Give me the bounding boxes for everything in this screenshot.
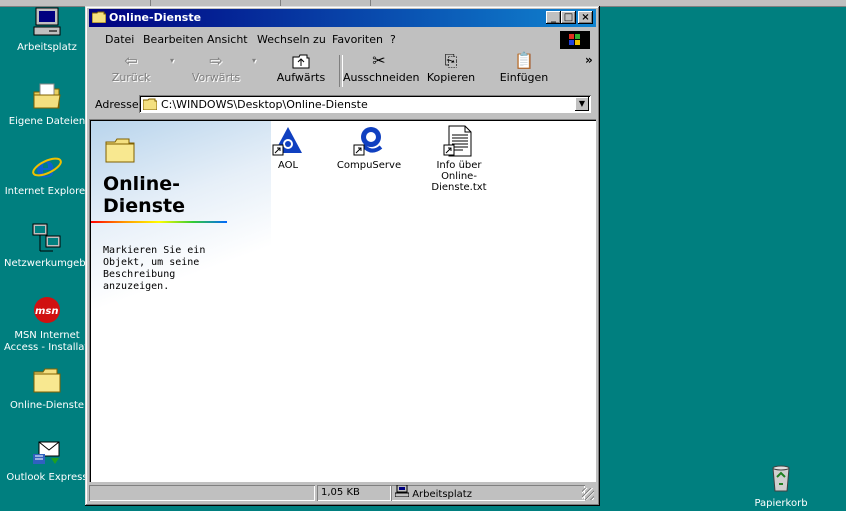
desktop-icon-online-dienste[interactable]: Online-Dienste [4,364,90,412]
desktop-icon-internet-explorer[interactable]: e Internet Explorer [4,150,90,198]
minimize-icon: _ [551,12,556,23]
desktop-icon-eigene-dateien[interactable]: Eigene Dateien [4,80,90,128]
file-item-compuserve[interactable]: CompuServe [324,125,414,171]
scissors-icon: ✂ [372,51,386,70]
forward-arrow-icon: ⇨ [209,51,223,70]
address-label: Adresse [95,98,139,111]
status-bar: 1,05 KB Arbeitsplatz [89,484,596,502]
cut-button[interactable]: ✂ Ausschneiden [343,51,420,91]
menu-wechseln-zu[interactable]: Wechseln zu [257,33,326,46]
explorer-window: Online-Dienste _ □ × Datei Bearbeiten An… [85,6,600,506]
file-item-aol[interactable]: AOL [243,125,333,171]
maximize-button[interactable]: □ [561,11,576,24]
desktop-icon-label: Papierkorb [754,498,808,509]
msn-icon: msn [31,294,63,326]
back-dropdown[interactable]: ▾ [165,51,179,91]
my-documents-icon [31,80,63,112]
forward-dropdown[interactable]: ▾ [247,51,261,91]
network-neighborhood-icon [31,222,63,254]
folder-content-pane[interactable]: Online-Dienste Markieren Sie ein Objekt,… [89,119,596,482]
svg-text:msn: msn [35,306,59,317]
address-dropdown-button[interactable]: ▼ [575,97,589,111]
internet-explorer-icon: e [31,150,63,185]
file-label-line2: Online-Dienste.txt [431,171,487,193]
desktop-icon-msn[interactable]: msn MSN Internet Access - Installation [4,294,90,354]
folder-icon [91,11,107,24]
paste-label: Einfügen [499,71,549,84]
desktop-icon-outlook-express[interactable]: Outlook Express [4,436,90,484]
forward-button[interactable]: ⇨ Vorwärts [185,51,247,91]
outlook-express-icon [31,436,63,468]
file-item-info-txt[interactable]: Info über Online-Dienste.txt [414,125,504,193]
desktop-icon-arbeitsplatz[interactable]: Arbeitsplatz [4,6,90,54]
desktop-icon-label: Netzwerkumgebung [4,258,90,269]
dropdown-arrow-icon: ▾ [169,56,174,65]
address-bar: Adresse C:\WINDOWS\Desktop\Online-Dienst… [89,94,596,116]
minimize-button[interactable]: _ [546,11,561,24]
close-icon: × [581,12,590,23]
desktop-icon-papierkorb[interactable]: Papierkorb [738,462,824,510]
toolbar-more-chevron[interactable]: » [585,53,593,67]
desktop-icon-label: Arbeitsplatz [17,42,77,53]
desktop-icon-label: Internet Explorer [4,186,90,197]
compuserve-icon [353,125,385,157]
desktop-icon-netzwerkumgebung[interactable]: Netzwerkumgebung [4,222,90,270]
menu-favoriten[interactable]: Favoriten [332,33,383,46]
file-label: Info über [436,160,482,171]
up-folder-icon [269,51,333,71]
status-message [89,485,315,501]
status-zone-label: Arbeitsplatz [412,489,472,500]
paste-button[interactable]: 📋 Einfügen [491,51,557,91]
dropdown-arrow-icon: ▾ [251,56,256,65]
standard-toolbar: ⇦ Zurück ▾ ⇨ Vorwärts ▾ Aufwärts ✂ Aussc… [89,51,559,91]
folder-icon [105,137,135,166]
folder-icon [31,364,63,396]
back-label: Zurück [111,71,151,84]
status-zone: Arbeitsplatz [391,484,585,503]
webview-title: Online-Dienste [103,173,185,217]
menu-bar: Datei Bearbeiten Ansicht Wechseln zu Fav… [89,30,596,49]
forward-label: Vorwärts [191,71,241,84]
file-label: CompuServe [336,160,402,171]
maximize-icon: □ [563,12,574,23]
my-computer-icon [31,6,63,38]
my-computer-icon [394,484,410,503]
webview-panel: Online-Dienste Markieren Sie ein Objekt,… [91,121,271,480]
desktop-icon-label-line2: Access - Installation [4,342,90,353]
recycle-bin-icon [765,462,797,494]
up-label: Aufwärts [276,71,326,84]
menu-bearbeiten[interactable]: Bearbeiten [143,33,203,46]
address-value: C:\WINDOWS\Desktop\Online-Dienste [161,98,368,111]
copy-button[interactable]: ⎘ Kopieren [421,51,481,91]
menu-ansicht[interactable]: Ansicht [207,33,248,46]
paste-icon: 📋 [514,51,534,70]
text-file-icon [443,125,475,157]
status-size-value: 1,05 KB [321,487,360,498]
copy-label: Kopieren [426,71,476,84]
status-size: 1,05 KB [317,485,391,501]
close-button[interactable]: × [578,11,593,24]
up-button[interactable]: Aufwärts [269,51,333,91]
back-arrow-icon: ⇦ [124,51,138,70]
file-label: AOL [277,160,299,171]
desktop-icon-label: Outlook Express [6,472,88,483]
back-button[interactable]: ⇦ Zurück [101,51,161,91]
desktop-icon-label: Online-Dienste [9,400,85,411]
folder-icon [142,98,158,113]
aol-icon [272,125,304,157]
windows-logo-icon [560,31,590,49]
menu-help[interactable]: ? [390,33,396,46]
webview-divider [91,221,227,223]
chevron-down-icon: ▼ [578,99,586,108]
webview-description: Markieren Sie ein Objekt, um seine Besch… [103,245,206,292]
cut-label: Ausschneiden [343,71,420,84]
menu-datei[interactable]: Datei [105,33,134,46]
desktop-icon-label: Eigene Dateien [8,116,86,127]
address-field[interactable]: C:\WINDOWS\Desktop\Online-Dienste ▼ [139,95,591,113]
title-bar[interactable]: Online-Dienste _ □ × [89,9,596,27]
copy-icon: ⎘ [444,51,458,70]
window-title: Online-Dienste [109,11,202,24]
desktop-icon-label: MSN Internet [14,330,80,341]
resize-grip[interactable] [582,488,594,500]
